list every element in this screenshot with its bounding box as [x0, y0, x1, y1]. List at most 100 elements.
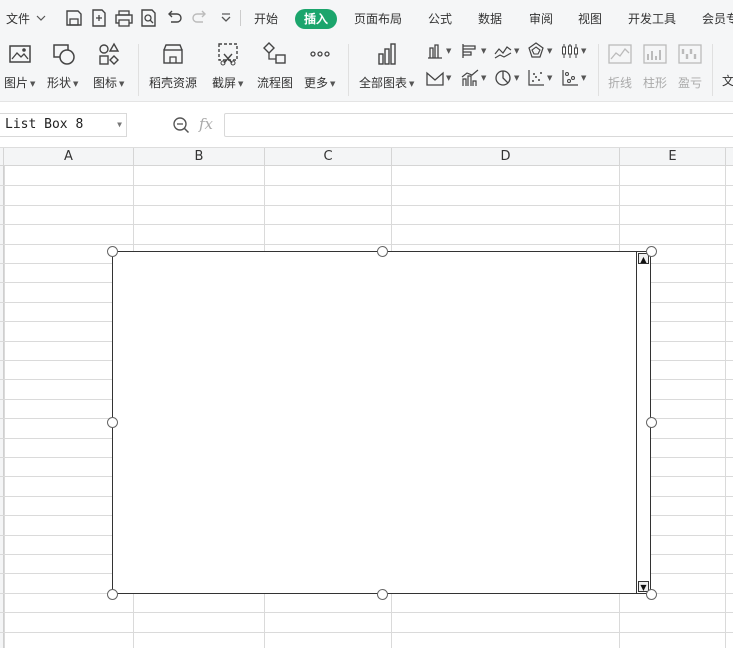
caret-down-icon: ▼ — [238, 79, 244, 88]
dot-chart-icon — [562, 70, 578, 86]
flowchart-label: 流程图 — [257, 76, 294, 90]
sparkline-winloss-icon — [678, 44, 702, 64]
icon-label: 图标 — [93, 76, 118, 90]
sparkline-line-icon — [608, 44, 632, 64]
line-chart-button[interactable]: ▼ — [494, 41, 524, 61]
flowchart-button[interactable]: 流程图 — [257, 40, 293, 91]
caret-down-icon: ▼ — [581, 74, 587, 82]
menu-divider — [240, 10, 241, 26]
fx-icon[interactable]: fx — [199, 115, 213, 133]
resize-handle-top[interactable] — [377, 246, 388, 257]
grid-column-line — [4, 166, 5, 648]
save-icon[interactable] — [64, 8, 84, 28]
resize-handle-top-left[interactable] — [107, 246, 118, 257]
column-header-d[interactable]: D — [392, 148, 620, 166]
screenshot-button[interactable]: 截屏 ▼ — [212, 40, 243, 91]
text-group-button[interactable]: 文 — [722, 72, 733, 89]
tab-view[interactable]: 视图 — [578, 9, 602, 29]
column-header-e[interactable]: E — [620, 148, 726, 166]
sparkline-line-label: 折线 — [607, 76, 632, 90]
column-header-a[interactable]: A — [4, 148, 134, 166]
formula-bar: List Box 8 ▼ fx — [0, 102, 733, 148]
column-header-f[interactable] — [726, 148, 733, 166]
formula-input[interactable] — [224, 113, 733, 137]
insert-picture-button[interactable]: 图片 ▼ — [4, 40, 35, 91]
bar-chart-button[interactable]: ▼ — [461, 41, 491, 61]
line-chart-icon — [494, 46, 512, 59]
list-box-control[interactable]: ▲ ▼ — [112, 251, 651, 594]
menu-bar: 文件 开始 插入 页面布局 公式 数据 审阅 视图 开发工具 会员专 — [0, 0, 733, 36]
print-preview-icon[interactable] — [139, 8, 159, 28]
name-box-value: List Box 8 — [5, 117, 84, 132]
ribbon-insert: 图片 ▼ 形状 ▼ 图标 ▼ 稻壳资源 截屏 ▼ 流程图 更多 ▼ 全部图表 ▼ ▼ ▼ ▼… — [0, 36, 733, 102]
docer-resources-button[interactable]: 稻壳资源 — [149, 40, 197, 91]
spreadsheet-window: { "menu": { "file_label": "文件", "tabs": … — [0, 0, 733, 648]
other-chart-button[interactable]: ▼ — [561, 68, 591, 88]
caret-down-icon: ▼ — [481, 47, 487, 55]
tab-data[interactable]: 数据 — [478, 9, 502, 29]
all-charts-button[interactable]: 全部图表 ▼ — [359, 40, 414, 91]
sparkline-winloss-button[interactable]: 盈亏 — [676, 40, 704, 91]
caret-down-icon: ▼ — [330, 79, 336, 88]
resize-handle-left[interactable] — [107, 417, 118, 428]
sparkline-winloss-label: 盈亏 — [677, 76, 702, 90]
caret-down-icon: ▼ — [581, 47, 587, 55]
redo-icon[interactable] — [190, 8, 210, 28]
undo-icon[interactable] — [164, 8, 184, 28]
insert-shape-button[interactable]: 形状 ▼ — [47, 40, 78, 91]
column-header-b[interactable]: B — [134, 148, 265, 166]
resize-handle-right[interactable] — [646, 417, 657, 428]
tab-insert[interactable]: 插入 — [295, 9, 338, 29]
chevron-down-icon[interactable]: ▼ — [117, 114, 122, 136]
picture-label: 图片 — [4, 76, 29, 90]
caret-down-icon: ▼ — [547, 74, 553, 82]
caret-down-icon: ▼ — [481, 74, 487, 82]
zoom-search-icon[interactable] — [172, 116, 190, 134]
insert-icon-button[interactable]: 图标 ▼ — [93, 40, 124, 91]
resize-handle-bottom[interactable] — [377, 589, 388, 600]
shapes-icon — [52, 44, 75, 65]
combo-chart-icon — [461, 69, 479, 86]
resize-handle-top-right[interactable] — [646, 246, 657, 257]
resources-label: 稻壳资源 — [149, 76, 198, 90]
file-menu[interactable]: 文件 — [6, 0, 47, 36]
ribbon-divider — [348, 44, 349, 96]
stock-chart-button[interactable]: ▼ — [561, 41, 591, 61]
icon-library-icon — [99, 42, 119, 65]
column-chart-button[interactable]: ▼ — [426, 41, 456, 61]
sparkline-line-button[interactable]: 折线 — [606, 40, 634, 91]
name-box[interactable]: List Box 8 ▼ — [0, 113, 127, 137]
tab-home[interactable]: 开始 — [254, 9, 278, 29]
radar-chart-button[interactable]: ▼ — [527, 41, 557, 61]
more-button[interactable]: 更多 ▼ — [304, 40, 335, 91]
tab-formulas[interactable]: 公式 — [428, 9, 452, 29]
customize-toolbar-icon[interactable] — [216, 8, 236, 28]
ribbon-divider — [712, 44, 713, 96]
grid-row-line — [0, 224, 733, 225]
radar-chart-icon — [528, 42, 544, 58]
scatter-chart-button[interactable]: ▼ — [527, 68, 557, 88]
pie-chart-button[interactable]: ▼ — [494, 68, 524, 88]
text-partial-label: 文 — [722, 74, 733, 88]
resize-handle-bottom-left[interactable] — [107, 589, 118, 600]
tab-review[interactable]: 审阅 — [529, 9, 553, 29]
tab-developer[interactable]: 开发工具 — [628, 9, 676, 29]
area-chart-button[interactable]: ▼ — [426, 68, 456, 88]
print-icon[interactable] — [114, 8, 134, 28]
export-pdf-icon[interactable] — [89, 8, 109, 28]
tab-member[interactable]: 会员专 — [702, 9, 733, 29]
grid-row-line — [0, 244, 733, 245]
sparkline-column-button[interactable]: 柱形 — [641, 40, 669, 91]
grid-row-line — [0, 612, 733, 613]
tab-page-layout[interactable]: 页面布局 — [354, 9, 402, 29]
column-header-c[interactable]: C — [265, 148, 392, 166]
grid-column-line — [725, 166, 726, 648]
screenshot-label: 截屏 — [212, 76, 237, 90]
combo-chart-button[interactable]: ▼ — [461, 68, 491, 88]
caret-down-icon: ▼ — [514, 74, 520, 82]
pie-chart-icon — [495, 70, 511, 86]
resize-handle-bottom-right[interactable] — [646, 589, 657, 600]
sparkline-column-label: 柱形 — [642, 76, 667, 90]
horizontal-bar-icon — [462, 44, 476, 58]
more-icon — [310, 51, 330, 57]
